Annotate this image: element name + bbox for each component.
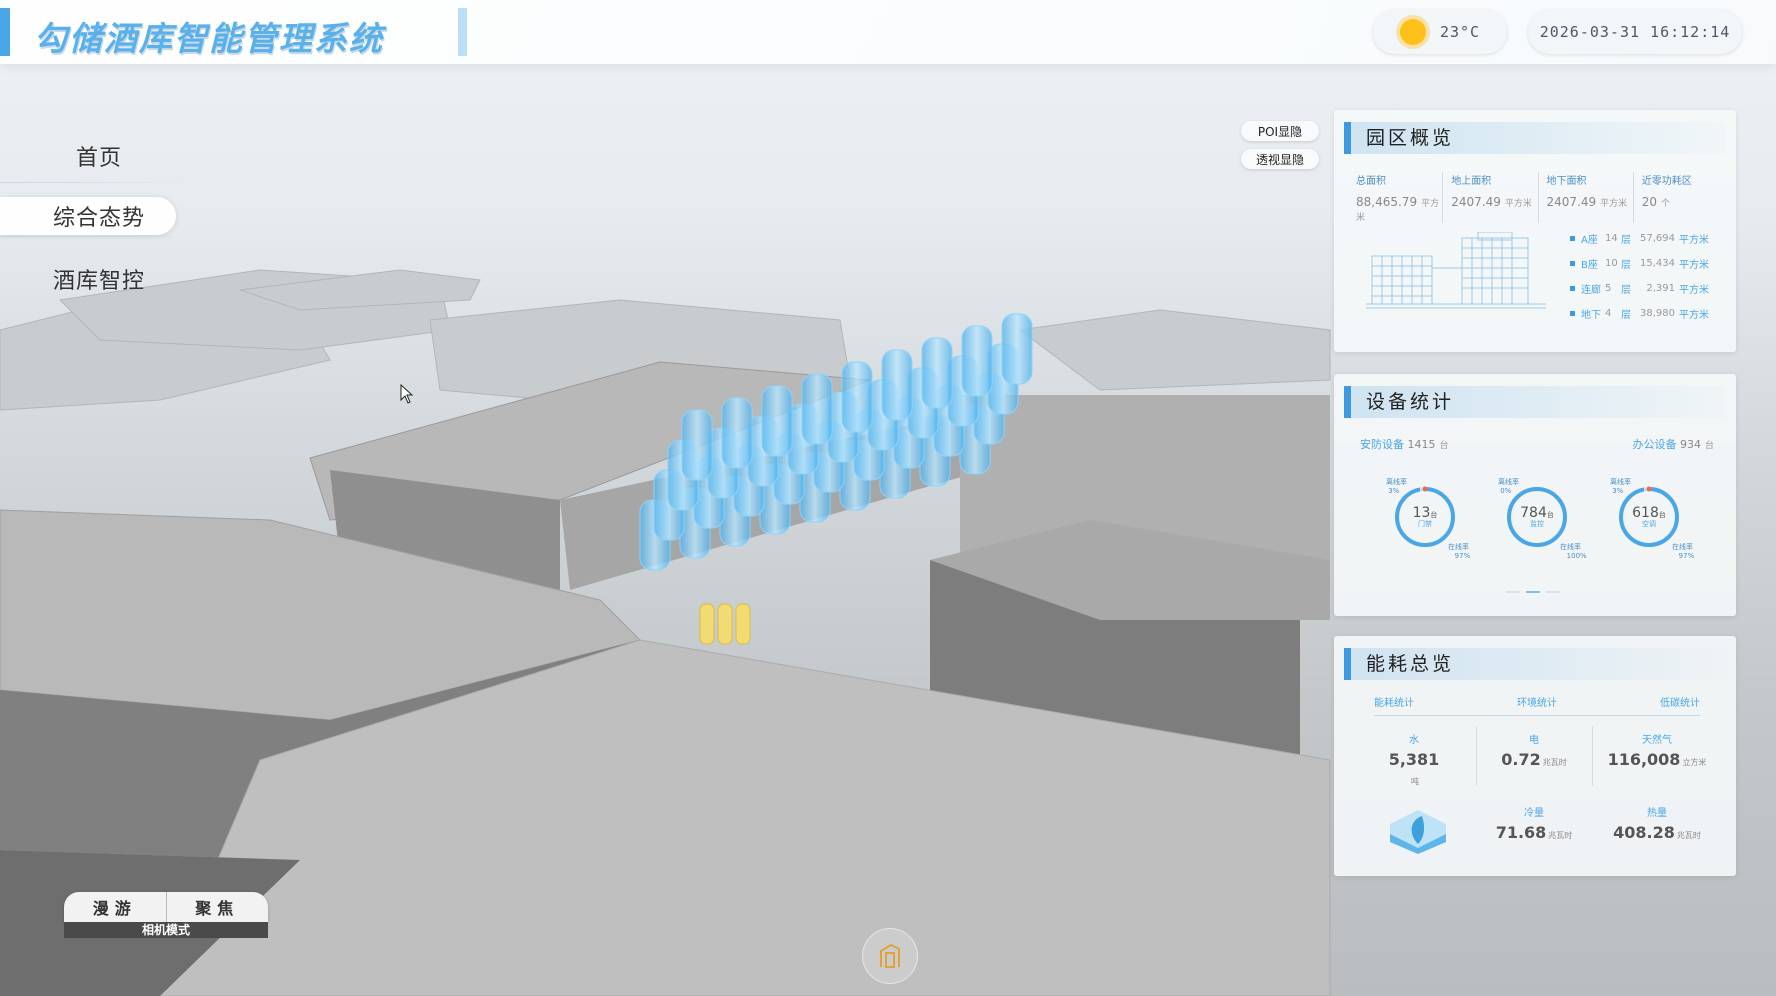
header-accent-left: [0, 8, 10, 56]
stat-above-ground: 地上面积 2407.49 平方米: [1442, 172, 1537, 223]
park-stats: 总面积 88,465.79 平方米 地上面积 2407.49 平方米 地下面积 24…: [1356, 172, 1728, 223]
pagination-dots[interactable]: [1506, 591, 1560, 593]
wine-tank[interactable]: [961, 325, 993, 397]
energy-overview-panel: 能耗总览 能耗统计 环境统计 低碳统计 水 5,381吨 电 0.72 兆瓦时 天…: [1334, 636, 1736, 876]
donut-value: 13台 门禁: [1412, 505, 1438, 528]
poi-toggle-button[interactable]: POI显隐: [1241, 121, 1319, 141]
camera-roam-button[interactable]: 漫游: [64, 892, 167, 922]
stat-zero-energy-zones: 近零功耗区 20 个: [1632, 172, 1728, 223]
mouse-cursor-icon: [400, 384, 414, 404]
online-rate-label: 在线率 97%: [1448, 543, 1471, 560]
divider: [1592, 726, 1593, 786]
divider: [1476, 726, 1477, 786]
tab-energy-stats[interactable]: 能耗统计: [1374, 694, 1414, 709]
building-illustration: [1366, 232, 1546, 309]
list-item: B座 10 层 15,434 平方米: [1570, 251, 1730, 276]
camera-mode-caption: 相机模式: [64, 922, 268, 938]
sun-icon: [1399, 19, 1426, 45]
energy-electricity: 电 0.72 兆瓦时: [1501, 735, 1567, 769]
offline-rate-label: 离线率 3%: [1610, 478, 1631, 495]
yellow-tank[interactable]: [699, 603, 715, 645]
offline-rate-label: 离线率 3%: [1386, 478, 1407, 495]
wine-tank[interactable]: [721, 397, 753, 469]
nav-item-overview[interactable]: 综合态势: [0, 197, 176, 235]
camera-focus-button[interactable]: 聚焦: [167, 892, 269, 922]
security-device-count: 安防设备 1415 台: [1360, 438, 1449, 451]
equipment-summary: 安防设备 1415 台 办公设备 934 台: [1360, 436, 1714, 452]
park-overview-panel: 园区概览 总面积 88,465.79 平方米 地上面积 2407.49 平方米 地下…: [1334, 110, 1736, 352]
stat-underground: 地下面积 2407.49 平方米: [1537, 172, 1633, 223]
nav-item-cellar-control[interactable]: 酒库智控: [53, 263, 145, 295]
wine-tank[interactable]: [881, 349, 913, 421]
energy-leaf-icon: [1390, 810, 1446, 854]
app-title: 勾储酒库智能管理系统: [34, 19, 384, 58]
energy-water: 水 5,381吨: [1388, 735, 1440, 786]
energy-heating: 热量 408.28 兆瓦时: [1613, 808, 1701, 842]
datetime-display: 2026-03-31 16:12:14: [1528, 10, 1742, 54]
list-item: 地下 4 层 38,980 平方米: [1570, 301, 1730, 326]
wine-tank[interactable]: [801, 373, 833, 445]
donut-value: 784台 监控: [1520, 505, 1554, 528]
wine-tank[interactable]: [1001, 313, 1033, 385]
panel-title: 园区概览: [1344, 122, 1726, 154]
building-icon: [880, 943, 900, 968]
tab-low-carbon-stats[interactable]: 低碳统计: [1660, 694, 1700, 709]
online-rate-label: 在线率 100%: [1560, 543, 1587, 560]
wine-tank[interactable]: [841, 361, 873, 433]
nav-divider: [0, 236, 200, 237]
donut-value: 618台 空调: [1632, 505, 1666, 528]
wine-tank[interactable]: [761, 385, 793, 457]
floor-list: A座 14 层 57,694 平方米 B座 10 层 15,434 平方米 连廊 5 层 2,391 平…: [1570, 226, 1730, 326]
panel-title: 设备统计: [1344, 386, 1726, 418]
energy-natural-gas: 天然气 116,008 立方米: [1607, 735, 1707, 769]
wine-tank[interactable]: [921, 337, 953, 409]
building-dock-button[interactable]: [862, 928, 918, 984]
top-header: 勾储酒库智能管理系统 23°C 2026-03-31 16:12:14: [0, 0, 1776, 64]
equipment-stats-panel: 设备统计 安防设备 1415 台 办公设备 934 台 13台 门禁 离线率 3% 在线率…: [1334, 374, 1736, 616]
wine-tank[interactable]: [681, 409, 713, 481]
perspective-toggle-button[interactable]: 透视显隐: [1241, 149, 1319, 169]
list-item: A座 14 层 57,694 平方米: [1570, 226, 1730, 251]
offline-rate-label: 离线率 0%: [1498, 478, 1519, 495]
tab-environment-stats[interactable]: 环境统计: [1517, 694, 1557, 709]
weather-widget: 23°C: [1373, 10, 1507, 54]
camera-mode-switch: 漫游 聚焦 相机模式: [64, 892, 268, 938]
online-rate-label: 在线率 97%: [1672, 543, 1695, 560]
office-device-count: 办公设备 934 台: [1632, 438, 1714, 451]
nav-item-label: 综合态势: [53, 206, 146, 231]
list-item: 连廊 5 层 2,391 平方米: [1570, 276, 1730, 301]
header-accent-right: [458, 8, 467, 56]
nav-divider: [0, 182, 200, 183]
nav-item-home[interactable]: 首页: [76, 140, 122, 172]
yellow-tank[interactable]: [717, 603, 733, 645]
panel-title: 能耗总览: [1344, 648, 1726, 680]
yellow-tank[interactable]: [735, 603, 751, 645]
stat-total-area: 总面积 88,465.79 平方米: [1356, 176, 1440, 223]
temperature: 23°C: [1439, 23, 1481, 41]
energy-cooling: 冷量 71.68 兆瓦时: [1495, 808, 1573, 842]
energy-tabs: 能耗统计 环境统计 低碳统计: [1374, 694, 1700, 716]
